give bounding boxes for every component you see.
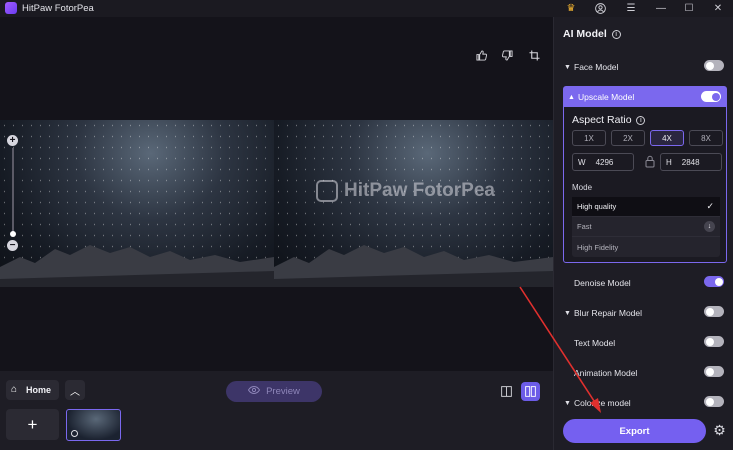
chevron-up-icon: ︿ (70, 386, 80, 398)
app-logo-icon (5, 2, 17, 14)
ratio-1x-button[interactable]: 1X (572, 130, 606, 146)
ratio-4x-button[interactable]: 4X (650, 130, 684, 146)
text-model-toggle[interactable] (704, 336, 724, 347)
mode-label: Mode (572, 183, 593, 192)
denoise-model-toggle[interactable] (704, 276, 724, 287)
add-image-button[interactable]: + (6, 409, 59, 440)
height-label: H (666, 157, 672, 167)
maximize-icon[interactable]: ☐ (676, 0, 702, 17)
export-button[interactable]: Export (563, 419, 706, 443)
checkmark-icon: ✓ (706, 201, 714, 211)
dimension-row: W 4296 H 2848 (572, 153, 722, 171)
animation-model-toggle[interactable] (704, 366, 724, 377)
minimize-icon[interactable]: — (648, 0, 674, 17)
zoom-out-button[interactable]: − (7, 240, 18, 251)
image-canvas[interactable]: HitPaw FotorPea + − (0, 17, 553, 371)
watermark: HitPaw FotorPea (316, 180, 495, 202)
thumbs-up-icon[interactable] (473, 47, 489, 63)
watermark-text: HitPaw FotorPea (344, 180, 495, 201)
zoom-slider-track[interactable] (12, 148, 14, 236)
mode-option-label: High Fidelity (577, 242, 619, 252)
caret-up-icon: ▲ (568, 93, 575, 101)
blur-repair-model-label: Blur Repair Model (574, 308, 643, 318)
aspect-ratio-text: Aspect Ratio (572, 114, 632, 126)
blur-repair-model-row[interactable]: ▼ Blur Repair Model (564, 305, 724, 321)
zoom-in-button[interactable]: + (7, 135, 18, 146)
colorize-model-label: Colorize model (574, 398, 631, 408)
width-value: 4296 (595, 157, 614, 167)
caret-down-icon: ▼ (564, 399, 571, 407)
aspect-ratio-title: Aspect Ratio i (572, 114, 646, 126)
single-view-icon (501, 386, 512, 397)
preview-button[interactable]: Preview (226, 381, 322, 402)
original-image (0, 120, 274, 287)
menu-icon[interactable]: ☰ (618, 0, 644, 17)
title-bar: HitPaw FotorPea ♛ ☰ — ☐ ✕ (0, 0, 733, 17)
text-model-row[interactable]: Text Model (564, 335, 724, 351)
blur-repair-model-toggle[interactable] (704, 306, 724, 317)
zoom-slider-handle[interactable] (10, 231, 16, 237)
face-model-toggle[interactable] (704, 60, 724, 71)
denoise-model-label: Denoise Model (574, 278, 631, 288)
thumbnail-status-icon (71, 430, 78, 437)
colorize-model-toggle[interactable] (704, 396, 724, 407)
panel-title-text: AI Model (563, 28, 607, 40)
home-label: Home (26, 385, 52, 395)
eye-icon (248, 385, 261, 397)
face-model-row[interactable]: ▼ Face Model (564, 59, 724, 75)
home-button[interactable]: ⌂ Home (6, 380, 59, 400)
account-icon[interactable] (587, 0, 613, 17)
height-field[interactable]: H 2848 (660, 153, 722, 171)
bottom-bar: ⌂ Home ︿ Preview + (0, 371, 553, 450)
ratio-2x-button[interactable]: 2X (611, 130, 645, 146)
animation-model-label: Animation Model (574, 368, 638, 378)
mode-option-high-fidelity[interactable]: High Fidelity (572, 237, 720, 257)
caret-down-icon: ▼ (564, 63, 571, 71)
settings-gear-icon[interactable]: ⚙ (712, 423, 727, 438)
colorize-model-row[interactable]: ▼ Colorize model (564, 395, 724, 411)
face-model-label: Face Model (574, 62, 619, 72)
mode-list: High quality ✓ Fast ↓ High Fidelity (572, 197, 720, 257)
width-label: W (578, 157, 586, 167)
mode-option-label: Fast (577, 222, 592, 231)
mode-option-label: High quality (577, 202, 617, 211)
aspect-info-icon[interactable]: i (636, 116, 646, 125)
home-icon: ⌂ (11, 384, 18, 395)
denoise-model-row[interactable]: Denoise Model (564, 275, 724, 291)
caret-down-icon: ▼ (564, 309, 571, 317)
split-view-icon (525, 386, 536, 397)
mode-option-fast[interactable]: Fast ↓ (572, 217, 720, 237)
panel-title: AI Model i (563, 28, 621, 40)
upscale-model-header[interactable]: ▲ Upscale Model (564, 87, 726, 107)
info-icon[interactable]: i (611, 30, 621, 39)
close-icon[interactable]: ✕ (705, 0, 731, 17)
watermark-logo-icon (316, 180, 338, 202)
upscale-model-toggle[interactable] (701, 91, 721, 102)
text-model-label: Text Model (574, 338, 616, 348)
animation-model-row[interactable]: Animation Model (564, 365, 724, 381)
thumbs-down-icon[interactable] (499, 47, 515, 63)
upscaled-image (274, 120, 553, 287)
upscale-model-label: Upscale Model (578, 92, 635, 102)
collapse-button[interactable]: ︿ (65, 380, 85, 400)
split-view-button[interactable] (521, 382, 540, 401)
download-icon[interactable]: ↓ (704, 221, 715, 232)
lock-icon[interactable] (645, 155, 655, 169)
crop-icon[interactable] (526, 47, 542, 63)
image-thumbnail[interactable] (66, 409, 121, 441)
preview-label: Preview (266, 386, 300, 397)
ratio-8x-button[interactable]: 8X (689, 130, 723, 146)
upscale-model-card: ▲ Upscale Model Aspect Ratio i 1X 2X 4X … (563, 86, 727, 263)
single-view-button[interactable] (497, 382, 516, 401)
app-title: HitPaw FotorPea (22, 3, 94, 14)
crown-icon[interactable]: ♛ (558, 0, 584, 17)
width-field[interactable]: W 4296 (572, 153, 634, 171)
mode-option-high-quality[interactable]: High quality ✓ (572, 197, 720, 217)
ratio-options: 1X 2X 4X 8X (572, 130, 723, 146)
height-value: 2848 (681, 157, 700, 167)
ai-model-panel: AI Model i ▼ Face Model ▲ Upscale Model … (553, 17, 733, 450)
